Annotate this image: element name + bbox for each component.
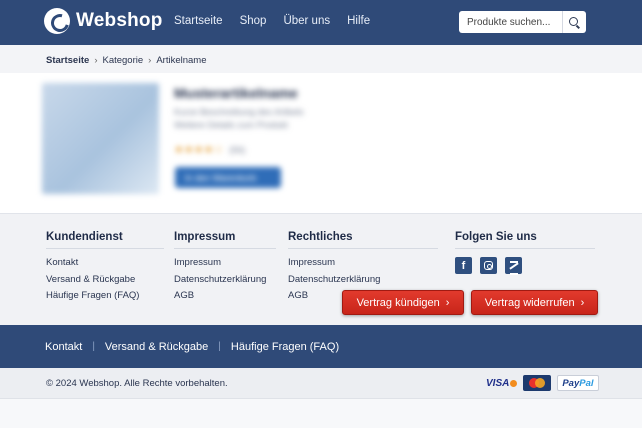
instagram-icon[interactable] bbox=[480, 257, 497, 274]
product-title: Musterartikelname bbox=[174, 85, 298, 101]
facebook-icon[interactable]: f bbox=[455, 257, 472, 274]
logo[interactable]: Webshop bbox=[44, 8, 163, 34]
brand-name: Webshop bbox=[76, 10, 163, 31]
copyright-bar: © 2024 Webshop. Alle Rechte vorbehalten.… bbox=[0, 368, 642, 399]
xing-icon[interactable] bbox=[505, 257, 522, 275]
site-header: Webshop Startseite Shop Über uns Hilfe bbox=[0, 0, 642, 45]
footer-nav-versand[interactable]: Versand & Rückgabe bbox=[105, 341, 208, 353]
breadcrumb-startseite[interactable]: Startseite bbox=[46, 55, 89, 66]
button-label: Vertrag widerrufen bbox=[484, 296, 575, 309]
footer-col-title: Impressum bbox=[174, 231, 276, 249]
footer-link-agb[interactable]: AGB bbox=[174, 290, 276, 301]
chevron-right-icon: › bbox=[94, 55, 98, 66]
footer-nav-faq[interactable]: Häufige Fragen (FAQ) bbox=[231, 341, 339, 353]
vertrag-widerrufen-button[interactable]: Vertrag widerrufen › bbox=[471, 290, 598, 315]
button-label: Vertrag kündigen bbox=[356, 296, 440, 309]
breadcrumb: Startseite › Kategorie › Artikelname bbox=[46, 55, 207, 66]
product-section: Musterartikelname Kurze Beschreibung des… bbox=[0, 73, 642, 213]
product-description: Kurze Beschreibung des Artikels bbox=[174, 107, 304, 117]
footer-link-datenschutz[interactable]: Datenschutzerklärung bbox=[174, 274, 276, 285]
footer-col-kundendienst: Kundendienst Kontakt Versand & Rückgabe … bbox=[46, 231, 164, 307]
main-nav: Startseite Shop Über uns Hilfe bbox=[174, 15, 387, 27]
social-links: f bbox=[455, 257, 595, 275]
rating-stars: ★★★★☆ bbox=[174, 144, 224, 156]
nav-shop[interactable]: Shop bbox=[240, 15, 267, 27]
chevron-right-icon: › bbox=[580, 296, 585, 309]
footer-link-versand[interactable]: Versand & Rückgabe bbox=[46, 274, 164, 285]
rating-count: (56) bbox=[229, 145, 246, 155]
footer-link-impressum[interactable]: Impressum bbox=[288, 257, 438, 268]
vertrag-kuendigen-button[interactable]: Vertrag kündigen › bbox=[342, 290, 464, 315]
search-input[interactable] bbox=[459, 16, 559, 28]
page-bottom bbox=[0, 399, 642, 428]
breadcrumb-current: Artikelname bbox=[156, 55, 207, 66]
product-image bbox=[42, 83, 159, 194]
visa-logo: VISA bbox=[486, 378, 518, 389]
footer-col-title: Kundendienst bbox=[46, 231, 164, 249]
product-rating: ★★★★☆ (56) bbox=[174, 143, 245, 156]
chevron-right-icon: › bbox=[148, 55, 152, 66]
footer-link-kontakt[interactable]: Kontakt bbox=[46, 257, 164, 268]
footer-link-datenschutz[interactable]: Datenschutzerklärung bbox=[288, 274, 438, 285]
nav-startseite[interactable]: Startseite bbox=[174, 15, 223, 27]
footer-col-social: Folgen Sie uns f bbox=[455, 231, 595, 275]
footer-col-impressum: Impressum Impressum Datenschutzerklärung… bbox=[174, 231, 276, 307]
divider: | bbox=[218, 341, 221, 352]
paypal-logo: Pay Pal bbox=[557, 375, 599, 391]
logo-icon bbox=[44, 8, 70, 34]
nav-ueber-uns[interactable]: Über uns bbox=[283, 15, 330, 27]
page: Webshop Startseite Shop Über uns Hilfe S… bbox=[0, 0, 642, 428]
divider: | bbox=[92, 341, 95, 352]
payment-methods: VISA Pay Pal bbox=[486, 375, 599, 391]
nav-hilfe[interactable]: Hilfe bbox=[347, 15, 370, 27]
product-details: Weitere Details zum Produkt bbox=[174, 120, 288, 130]
footer-link-faq[interactable]: Häufige Fragen (FAQ) bbox=[46, 290, 164, 301]
search-button[interactable] bbox=[562, 11, 586, 33]
footer-nav: Kontakt | Versand & Rückgabe | Häufige F… bbox=[0, 325, 642, 368]
breadcrumb-kategorie[interactable]: Kategorie bbox=[102, 55, 143, 66]
add-to-cart-button[interactable]: In den Warenkorb bbox=[175, 167, 281, 188]
search-box bbox=[459, 11, 586, 33]
footer-col-title: Rechtliches bbox=[288, 231, 438, 249]
mastercard-logo bbox=[523, 375, 552, 391]
footer-col-title: Folgen Sie uns bbox=[455, 231, 595, 249]
copyright-text: © 2024 Webshop. Alle Rechte vorbehalten. bbox=[46, 378, 228, 389]
footer-link-impressum[interactable]: Impressum bbox=[174, 257, 276, 268]
search-icon bbox=[569, 16, 578, 26]
footer-nav-kontakt[interactable]: Kontakt bbox=[45, 341, 82, 353]
chevron-right-icon: › bbox=[445, 296, 450, 309]
